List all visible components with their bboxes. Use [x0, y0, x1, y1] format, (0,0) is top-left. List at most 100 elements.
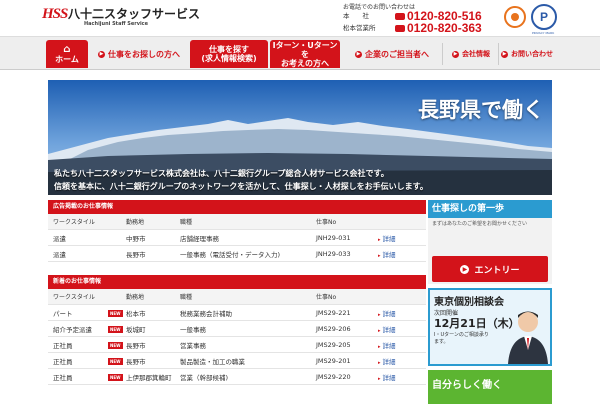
cell-job-type: 製品製造・加工の職業	[180, 357, 245, 366]
nav-job-seeker[interactable]: ▶ 仕事をお探しの方へ	[90, 40, 188, 68]
cell-job-no: JMS29-206	[316, 324, 351, 333]
cell-work-style: 正社員	[53, 341, 73, 350]
job-listings: 広告掲載のお仕事情報 ワークスタイル 勤務地 職種 仕事No 派遣 中野市 店舗…	[48, 200, 426, 385]
brand-name[interactable]: 八十二スタッフサービス	[68, 5, 200, 22]
hero-lead-line1: 私たち八十二スタッフサービス株式会社は、八十二銀行グループ総合人材サービス会社で…	[54, 169, 389, 178]
nav-divider	[442, 43, 443, 65]
col-work-style: ワークスタイル	[53, 294, 95, 301]
cell-job-no: JNH29-033	[316, 249, 351, 258]
col-location: 勤務地	[126, 219, 145, 226]
entry-button[interactable]: ▶ エントリー	[432, 256, 548, 282]
contact-head-office: 本 社 0120-820-516	[343, 9, 482, 23]
consultant-photo	[508, 311, 548, 364]
self-title: 自分らしく働く	[432, 380, 502, 391]
cell-job-type: 店舗経理事務	[180, 234, 219, 243]
brand-english-name: Hachijuni Staff Service	[84, 21, 149, 27]
nav-iturn-line1: Iターン・Uターンを	[272, 40, 338, 59]
arrow-right-icon: ▶	[460, 264, 470, 274]
detail-link[interactable]: 詳細	[378, 308, 426, 318]
detail-link[interactable]: 詳細	[378, 372, 426, 382]
nav-job-search-line2: (求人情報検索)	[201, 54, 257, 63]
cell-job-no: JMS29-220	[316, 372, 351, 381]
cell-work-style: パート	[53, 309, 73, 318]
cell-location: 松本市	[126, 309, 146, 318]
nav-company[interactable]: ▶ 企業のご担当者へ	[344, 40, 440, 68]
detail-link[interactable]: 詳細	[378, 324, 426, 334]
phone-number[interactable]: 0120-820-363	[407, 21, 482, 35]
cell-job-type: 営業事務	[180, 341, 206, 350]
nav-home-label: ホーム	[55, 54, 79, 64]
col-job-type: 職種	[180, 294, 193, 301]
table-row[interactable]: 正社員 NEW 長野市 営業事務 JMS29-205 詳細	[48, 337, 426, 353]
cell-job-no: JNH29-031	[316, 233, 351, 242]
cell-job-type: 一般事務（電話受付・データ入力)	[180, 250, 281, 259]
first-step-title: 仕事探しの第一歩	[428, 200, 552, 218]
detail-link[interactable]: 詳細	[378, 233, 426, 243]
nav-about-label: 会社情報	[462, 50, 490, 58]
table-row[interactable]: 正社員 NEW 上伊那郡箕輪町 営業（幹部候補) JMS29-220 詳細	[48, 369, 426, 385]
cell-location: 中野市	[126, 234, 146, 243]
cell-job-type: 税務業務会計補助	[180, 309, 232, 318]
contact-matsumoto-office: 松本営業所 0120-820-363	[343, 21, 482, 35]
privacy-mark-caption: PRIVACY MARK	[532, 31, 555, 35]
consult-text: I・Uターンのご相談承ります。	[434, 332, 489, 345]
global-nav: ⌂ ホーム ▶ 仕事をお探しの方へ 仕事を探す (求人情報検索) Iターン・Uター…	[0, 36, 600, 70]
work-your-way-banner[interactable]: 自分らしく働く	[428, 370, 552, 404]
hero-banner: 長野県で働く 私たち八十二スタッフサービス株式会社は、八十二銀行グループ総合人材…	[48, 80, 552, 195]
col-job-type: 職種	[180, 219, 193, 226]
arrow-right-icon: ▶	[98, 50, 105, 58]
cell-job-no: JMS29-221	[316, 308, 351, 317]
nav-about[interactable]: ▶ 会社情報	[446, 40, 496, 68]
nav-job-seeker-label: 仕事をお探しの方へ	[108, 49, 180, 59]
first-step-text: まずはあなたのご希望をお聞かせください	[432, 221, 528, 227]
nav-divider	[498, 43, 499, 65]
detail-link[interactable]: 詳細	[378, 249, 426, 259]
nav-company-label: 企業のご担当者へ	[365, 49, 429, 59]
nav-contact-label: お問い合わせ	[511, 50, 553, 58]
ad-jobs-title: 広告掲載のお仕事情報	[48, 200, 426, 214]
table-row[interactable]: パート NEW 松本市 税務業務会計補助 JMS29-221 詳細	[48, 305, 426, 321]
col-job-no: 仕事No	[316, 294, 337, 301]
free-dial-icon	[395, 12, 405, 20]
new-badge: NEW	[108, 373, 123, 381]
new-badge: NEW	[108, 357, 123, 365]
new-badge: NEW	[108, 341, 123, 349]
cell-location: 上伊那郡箕輪町	[126, 373, 172, 382]
new-badge: NEW	[108, 325, 123, 333]
nav-iturn[interactable]: Iターン・Uターンを お考えの方へ	[270, 40, 340, 68]
arrow-right-icon: ▶	[501, 50, 508, 58]
nav-iturn-line2: お考えの方へ	[281, 58, 329, 68]
cell-location: 長野市	[126, 341, 146, 350]
detail-link[interactable]: 詳細	[378, 356, 426, 366]
cell-work-style: 正社員	[53, 373, 73, 382]
hero-lead-line2: 信頼を基本に、八十二銀行グループのネットワークを活かして、仕事探し・人材探しをお…	[54, 182, 428, 191]
table-row[interactable]: 派遣 長野市 一般事務（電話受付・データ入力) JNH29-033 詳細	[48, 246, 426, 262]
col-location: 勤務地	[126, 294, 145, 301]
arrow-right-icon: ▶	[452, 50, 459, 58]
cell-work-style: 派遣	[53, 250, 66, 259]
free-dial-icon	[395, 24, 405, 32]
smile-badge-icon	[504, 6, 526, 28]
table-row[interactable]: 派遣 中野市 店舗経理事務 JNH29-031 詳細	[48, 230, 426, 246]
nav-job-search-line1: 仕事を探す	[209, 45, 249, 54]
cell-job-no: JMS29-205	[316, 340, 351, 349]
cell-work-style: 派遣	[53, 234, 66, 243]
cell-location: 長野市	[126, 250, 146, 259]
contact-label: 松本営業所	[343, 24, 376, 32]
table-row[interactable]: 正社員 NEW 長野市 製品製造・加工の職業 JMS29-201 詳細	[48, 353, 426, 369]
new-jobs-title: 新着のお仕事情報	[48, 275, 426, 289]
sidebar: 仕事探しの第一歩 まずはあなたのご希望をお聞かせください ▶ エントリー 東京個別…	[428, 200, 552, 404]
new-badge: NEW	[108, 309, 123, 317]
cell-work-style: 正社員	[53, 357, 73, 366]
nav-home[interactable]: ⌂ ホーム	[46, 40, 88, 68]
logo-mark[interactable]: HSS	[42, 6, 68, 23]
home-icon: ⌂	[63, 43, 71, 55]
table-row[interactable]: 紹介予定派遣 NEW 坂城町 一般事務 JMS29-206 詳細	[48, 321, 426, 337]
cell-location: 坂城町	[126, 325, 146, 334]
nav-contact[interactable]: ▶ お問い合わせ	[500, 40, 554, 68]
detail-link[interactable]: 詳細	[378, 340, 426, 350]
cell-job-no: JMS29-201	[316, 356, 351, 365]
nav-job-search[interactable]: 仕事を探す (求人情報検索)	[190, 40, 268, 68]
tokyo-consultation-banner[interactable]: 東京個別相談会 次回開催 12月21日（木） I・Uターンのご相談承ります。	[428, 288, 552, 366]
cell-job-type: 一般事務	[180, 325, 206, 334]
